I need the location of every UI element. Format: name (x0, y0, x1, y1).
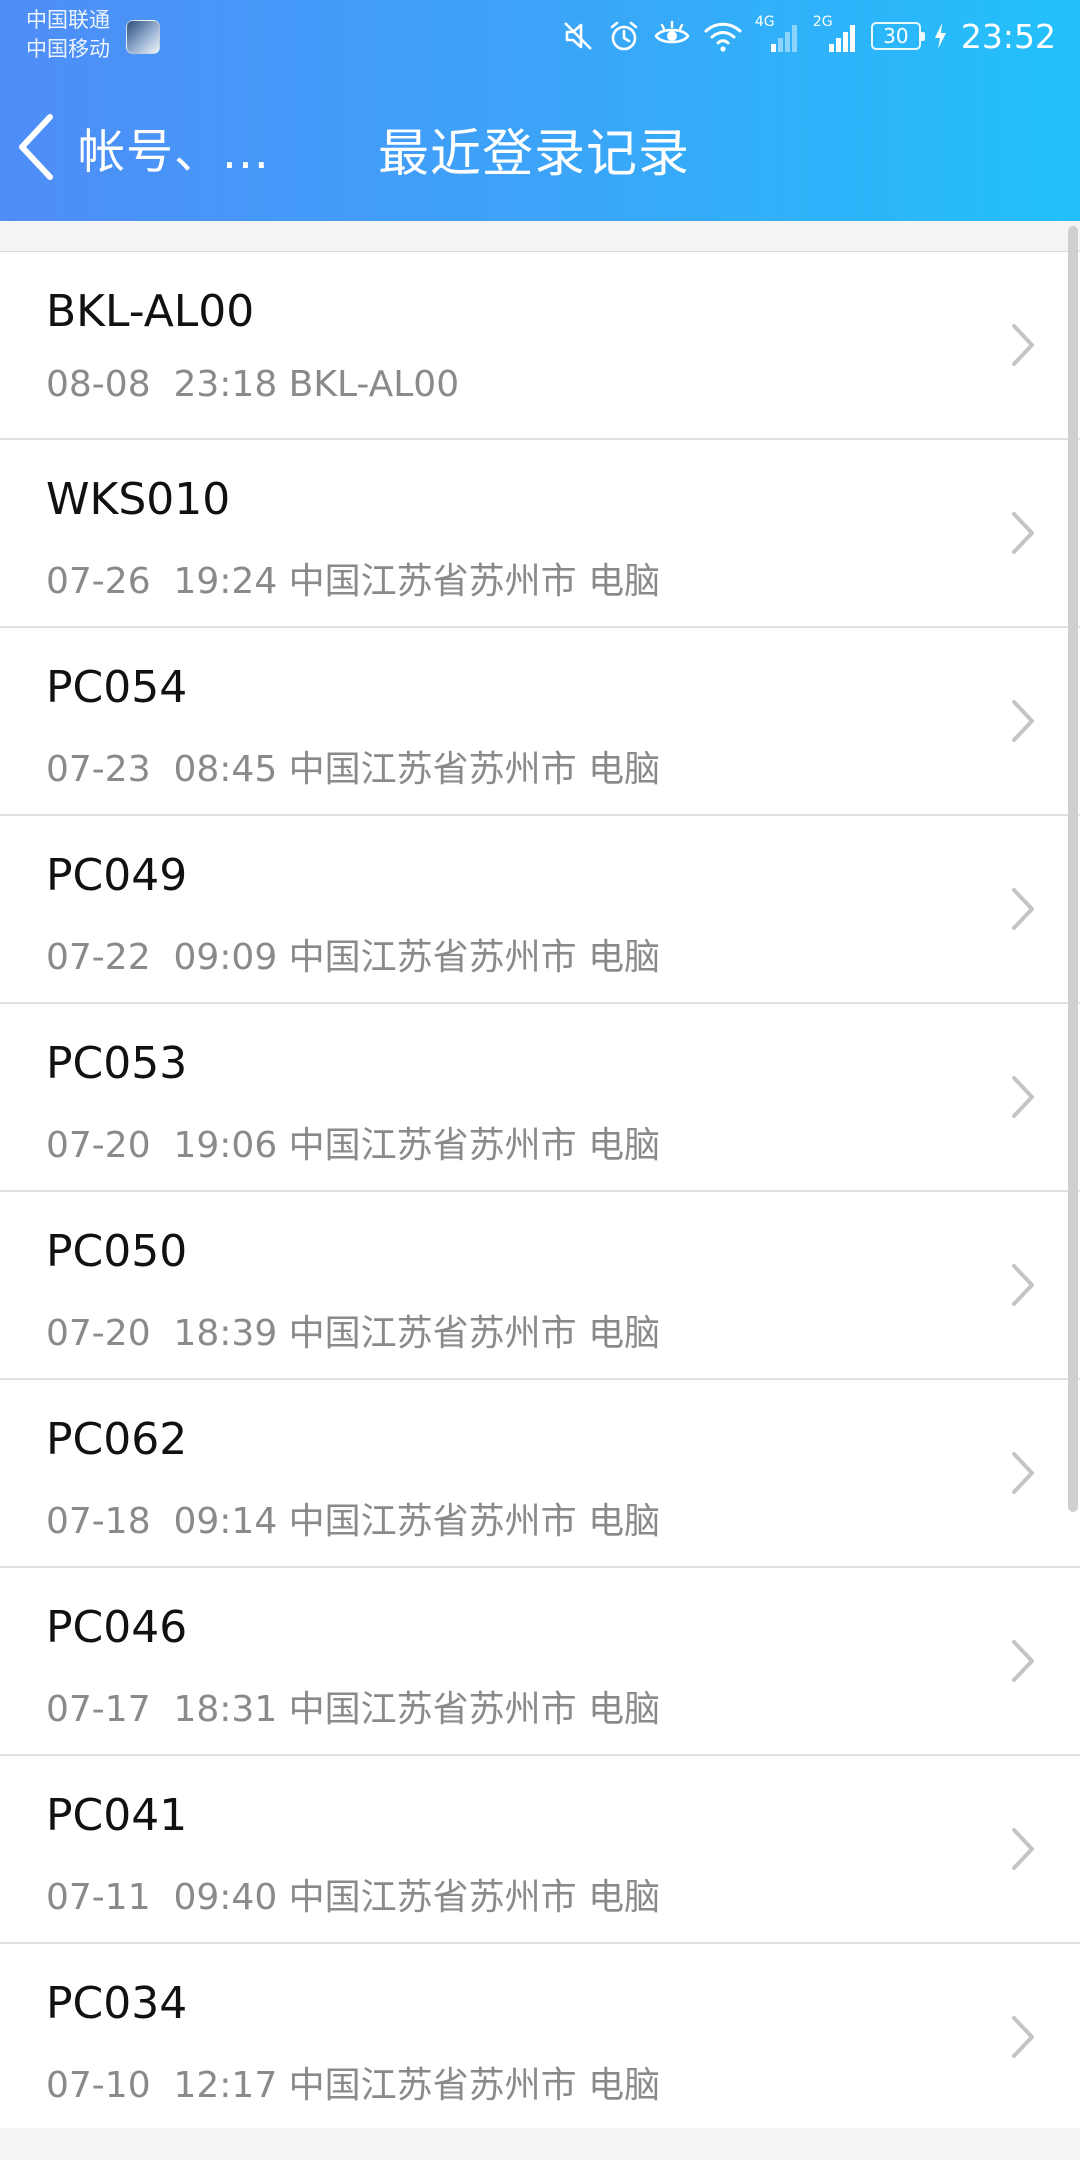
record-detail: 07-26 19:24 中国江苏省苏州市 电脑 (46, 561, 661, 602)
record-detail: 07-11 09:40 中国江苏省苏州市 电脑 (46, 1877, 661, 1918)
record-device-name: PC050 (46, 1226, 188, 1277)
record-device-name: WKS010 (46, 474, 231, 525)
login-record-item[interactable]: PC053 07-20 19:06 中国江苏省苏州市 电脑 (0, 1004, 1080, 1192)
carrier-1-label: 中国联通 (26, 8, 110, 32)
status-bar: 中国联通 中国移动 4G 2G 30 23:52 (0, 0, 1080, 72)
login-record-item[interactable]: BKL-AL00 08-08 23:18 BKL-AL00 (0, 252, 1080, 440)
record-device-name: PC046 (46, 1602, 188, 1653)
login-record-item[interactable]: PC049 07-22 09:09 中国江苏省苏州市 电脑 (0, 816, 1080, 1004)
charging-icon (934, 23, 946, 49)
chevron-right-icon (1012, 1452, 1034, 1494)
eye-comfort-icon (654, 20, 690, 44)
app-header: 中国联通 中国移动 4G 2G 30 23:52 帐号、... 最近登录记录 (0, 0, 1080, 221)
title-bar: 帐号、... 最近登录记录 (0, 72, 1080, 221)
signal-1-icon (770, 25, 797, 52)
login-record-item[interactable]: PC054 07-23 08:45 中国江苏省苏州市 电脑 (0, 628, 1080, 816)
record-detail: 07-23 08:45 中国江苏省苏州市 电脑 (46, 749, 661, 790)
chevron-right-icon (1012, 2016, 1034, 2058)
record-detail: 08-08 23:18 BKL-AL00 (46, 364, 460, 405)
record-device-name: PC041 (46, 1790, 188, 1841)
battery-level: 30 (883, 24, 909, 48)
chevron-right-icon (1012, 1828, 1034, 1870)
login-record-item[interactable]: PC041 07-11 09:40 中国江苏省苏州市 电脑 (0, 1756, 1080, 1944)
chevron-right-icon (1012, 512, 1034, 554)
record-device-name: PC034 (46, 1978, 188, 2029)
signal-1: 4G (755, 14, 801, 56)
record-detail: 07-10 12:17 中国江苏省苏州市 电脑 (46, 2065, 661, 2106)
record-detail: 07-18 09:14 中国江苏省苏州市 电脑 (46, 1501, 661, 1542)
login-record-item[interactable]: PC034 07-10 12:17 中国江苏省苏州市 电脑 (0, 1944, 1080, 2128)
login-record-list: BKL-AL00 08-08 23:18 BKL-AL00 WKS010 07-… (0, 251, 1080, 2128)
back-arrow-icon (19, 114, 53, 180)
record-device-name: PC053 (46, 1038, 188, 1089)
notification-avatar-icon (126, 20, 160, 54)
chevron-right-icon (1012, 324, 1034, 366)
status-time: 23:52 (960, 16, 1056, 56)
scrollbar[interactable] (1068, 226, 1078, 1512)
chevron-right-icon (1012, 1264, 1034, 1306)
back-button[interactable]: 帐号、... (10, 102, 270, 192)
back-label: 帐号、... (78, 124, 270, 180)
login-record-item[interactable]: PC062 07-18 09:14 中国江苏省苏州市 电脑 (0, 1380, 1080, 1568)
chevron-right-icon (1012, 700, 1034, 742)
mute-icon (563, 22, 592, 50)
login-record-item[interactable]: WKS010 07-26 19:24 中国江苏省苏州市 电脑 (0, 440, 1080, 628)
wifi-icon (704, 22, 742, 52)
chevron-right-icon (1012, 888, 1034, 930)
record-device-name: BKL-AL00 (46, 286, 255, 337)
signal-2-icon (828, 25, 855, 52)
record-device-name: PC062 (46, 1414, 188, 1465)
alarm-icon (610, 21, 638, 51)
carrier-info: 中国联通 中国移动 (26, 6, 110, 64)
login-record-item[interactable]: PC046 07-17 18:31 中国江苏省苏州市 电脑 (0, 1568, 1080, 1756)
chevron-right-icon (1012, 1076, 1034, 1118)
record-detail: 07-22 09:09 中国江苏省苏州市 电脑 (46, 937, 661, 978)
status-icons: 4G 2G 30 23:52 (561, 14, 1056, 58)
signal-2: 2G (813, 14, 859, 56)
record-detail: 07-20 18:39 中国江苏省苏州市 电脑 (46, 1313, 661, 1354)
record-detail: 07-20 19:06 中国江苏省苏州市 电脑 (46, 1125, 661, 1166)
login-record-item[interactable]: PC050 07-20 18:39 中国江苏省苏州市 电脑 (0, 1192, 1080, 1380)
page-title: 最近登录记录 (378, 125, 691, 184)
record-device-name: PC054 (46, 662, 188, 713)
chevron-right-icon (1012, 1640, 1034, 1682)
record-detail: 07-17 18:31 中国江苏省苏州市 电脑 (46, 1689, 661, 1730)
carrier-2-label: 中国移动 (26, 37, 110, 61)
record-device-name: PC049 (46, 850, 188, 901)
battery-icon: 30 (870, 22, 925, 50)
